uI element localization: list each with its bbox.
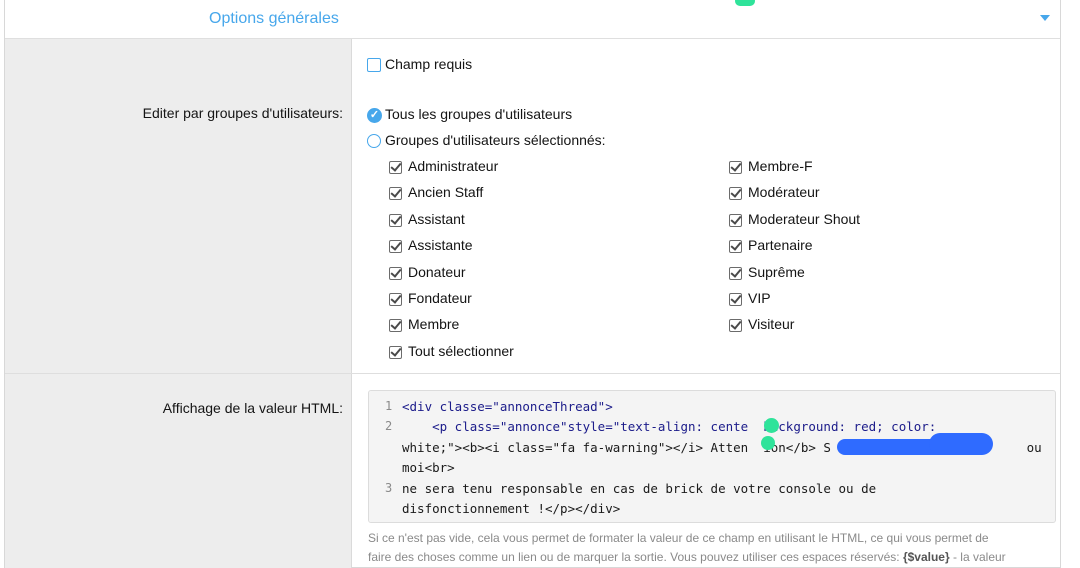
group-checkbox-visiteur[interactable]: Visiteur — [729, 316, 794, 332]
green-redaction-mark — [764, 418, 779, 433]
html-display-label: Affichage de la valeur HTML: — [162, 400, 343, 416]
required-field-checkbox[interactable] — [367, 58, 381, 72]
code-line: <div classe="annonceThread"> — [402, 399, 613, 414]
code-line: disfonctionnement !</p></div> — [402, 501, 621, 516]
line-gutter — [369, 391, 399, 522]
group-checkbox-partenaire[interactable]: Partenaire — [729, 237, 813, 253]
section-header[interactable]: Options générales — [5, 0, 1060, 39]
group-checkbox-supreme[interactable]: Suprême — [729, 264, 805, 280]
html-code-editor[interactable]: 1 2 3 <div classe="annonceThread"> <p cl… — [368, 390, 1056, 523]
all-groups-label[interactable]: Tous les groupes d'utilisateurs — [385, 106, 572, 122]
checkbox-checked-icon — [729, 267, 742, 280]
checkbox-checked-icon — [729, 293, 742, 306]
checkbox-checked-icon — [729, 240, 742, 253]
group-checkbox-fondateur[interactable]: Fondateur — [389, 290, 472, 306]
all-groups-radio[interactable]: ✓ — [367, 108, 382, 123]
selected-groups-label[interactable]: Groupes d'utilisateurs sélectionnés: — [385, 132, 606, 148]
code-line: <p class="annonce"style="text-align: cen… — [402, 419, 937, 434]
checkbox-checked-icon — [389, 319, 402, 332]
checkbox-checked-icon — [389, 346, 402, 359]
group-checkbox-assistante[interactable]: Assistante — [389, 237, 473, 253]
checkbox-checked-icon — [389, 214, 402, 227]
group-checkbox-assistant[interactable]: Assistant — [389, 211, 465, 227]
select-all-checkbox[interactable]: Tout sélectionner — [389, 343, 514, 359]
group-checkbox-moderateur[interactable]: Modérateur — [729, 184, 820, 200]
help-text: Si ce n'est pas vide, cela vous permet d… — [368, 529, 1058, 567]
group-checkbox-vip[interactable]: VIP — [729, 290, 771, 306]
field-column: Champ requis ✓ Tous les groupes d'utilis… — [352, 39, 1060, 568]
blue-redaction-mark — [929, 433, 993, 455]
checkbox-checked-icon — [389, 187, 402, 200]
section-title: Options générales — [209, 10, 339, 27]
checkbox-checked-icon — [729, 187, 742, 200]
line-number: 1 — [385, 399, 393, 413]
code-line: ne sera tenu responsable en cas de brick… — [402, 481, 877, 496]
group-checkbox-administrateur[interactable]: Administrateur — [389, 158, 498, 174]
green-redaction-mark — [761, 436, 775, 450]
required-field-label[interactable]: Champ requis — [385, 56, 472, 72]
green-annotation-mark — [735, 0, 755, 6]
help-line: faire des choses comme un lien ou de mar… — [368, 550, 1006, 564]
checkbox-checked-icon — [389, 161, 402, 174]
line-number: 3 — [385, 481, 393, 495]
checkbox-checked-icon — [729, 319, 742, 332]
checkbox-checked-icon — [729, 214, 742, 227]
edit-groups-label: Editer par groupes d'utilisateurs: — [142, 105, 343, 121]
group-checkbox-membre[interactable]: Membre — [389, 316, 459, 332]
group-checkbox-donateur[interactable]: Donateur — [389, 264, 466, 280]
checkbox-checked-icon — [389, 240, 402, 253]
selected-groups-radio[interactable] — [367, 134, 381, 148]
value-placeholder: {$value} — [902, 550, 950, 564]
chevron-down-icon[interactable] — [1040, 15, 1050, 21]
checkbox-checked-icon — [729, 161, 742, 174]
line-number: 2 — [385, 419, 393, 433]
checkbox-checked-icon — [389, 267, 402, 280]
code-line: moi<br> — [402, 460, 455, 475]
group-checkbox-moderateur-shout[interactable]: Moderateur Shout — [729, 211, 860, 227]
group-checkbox-membre-f[interactable]: Membre-F — [729, 158, 813, 174]
group-checkbox-ancien-staff[interactable]: Ancien Staff — [389, 184, 483, 200]
options-panel: Options générales Editer par groupes d'u… — [4, 0, 1061, 568]
label-column: Editer par groupes d'utilisateurs: Affic… — [5, 39, 352, 568]
help-line: Si ce n'est pas vide, cela vous permet d… — [368, 531, 989, 545]
checkbox-checked-icon — [389, 293, 402, 306]
